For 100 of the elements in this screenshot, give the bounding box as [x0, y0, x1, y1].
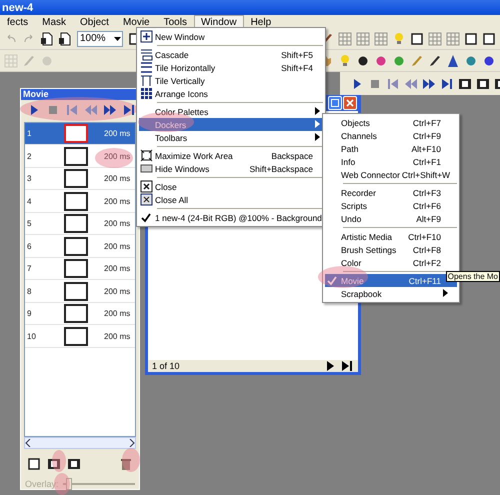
- menu-item[interactable]: Recorder Ctrl+F3: [325, 186, 457, 199]
- menu-item-label: Close: [155, 182, 178, 192]
- shortcut-label: Backspace: [271, 150, 313, 160]
- frame-row[interactable]: 2 200 ms: [25, 145, 135, 168]
- menu-bar-item[interactable]: fects: [0, 15, 36, 28]
- fast-forward-icon: [103, 102, 117, 117]
- menu-item[interactable]: Hide Windows Shift+Backspace: [139, 162, 323, 175]
- menu-bar-item[interactable]: Mask: [35, 15, 74, 28]
- grid-icon: [140, 87, 152, 100]
- menu-item[interactable]: Close All: [139, 193, 323, 206]
- highlight-mark: [318, 266, 368, 288]
- menu-bar-item[interactable]: Object: [73, 15, 116, 28]
- shortcut-label: Shift+Backspace: [249, 164, 313, 174]
- frame-row[interactable]: 8 200 ms: [25, 280, 135, 303]
- menu-bar-item[interactable]: Window: [194, 15, 244, 28]
- frame-row[interactable]: 9 200 ms: [25, 302, 135, 326]
- frame-delay: 200 ms: [103, 242, 130, 251]
- close-window-icon: [140, 180, 152, 193]
- menu-bar-item[interactable]: Tools: [156, 15, 194, 28]
- shortcut-label: Ctrl+F3: [412, 188, 441, 198]
- zoom-combo[interactable]: 100%: [77, 30, 123, 46]
- frame-row[interactable]: 7 200 ms: [25, 258, 135, 280]
- menu-item-label: Dockers: [155, 120, 188, 130]
- highlight-mark: [122, 448, 140, 472]
- menu-item[interactable]: Brush Settings Ctrl+F8: [325, 243, 457, 256]
- menu-item[interactable]: Info Ctrl+F1: [325, 155, 457, 168]
- shortcut-label: Shift+F4: [281, 62, 313, 72]
- frame-row[interactable]: 1 200 ms: [25, 122, 135, 146]
- page-icon: [58, 32, 72, 46]
- shortcut-label: Ctrl+F9: [412, 130, 441, 140]
- skip-forward-icon: [340, 359, 354, 373]
- frame-delay: 200 ms: [103, 332, 130, 341]
- film-icon: [476, 76, 490, 90]
- menu-item-label: Info: [341, 156, 356, 166]
- frame-delay: 200 ms: [103, 129, 130, 138]
- close-button[interactable]: [343, 96, 357, 110]
- menu-item-label: Recorder: [341, 188, 377, 198]
- frame-row[interactable]: 3 200 ms: [25, 168, 135, 190]
- cone-icon: [446, 54, 460, 68]
- menu-item[interactable]: Undo Alt+F9: [325, 212, 457, 225]
- menu-item[interactable]: Cascade Shift+F5: [139, 48, 323, 61]
- menu-item-label: Scripts: [341, 200, 368, 210]
- menu-item[interactable]: Toolbars: [139, 131, 323, 144]
- tile-horizontal-icon: [140, 61, 152, 74]
- frame-number: 7: [26, 264, 32, 274]
- frame-thumbnail: [64, 124, 88, 144]
- menu-item[interactable]: Channels Ctrl+F9: [325, 129, 457, 142]
- maximize-icon: [140, 149, 152, 162]
- frame-row[interactable]: 4 200 ms: [25, 190, 135, 213]
- new-window-icon: [140, 30, 152, 43]
- scroll-right-icon: [129, 439, 135, 448]
- tile-vertical-icon: [140, 74, 152, 87]
- menu-item-label: Cascade: [155, 50, 190, 60]
- menu-item-label: Tile Horizontally: [155, 62, 216, 72]
- frame-delay: 200 ms: [103, 174, 130, 184]
- menu-item-label: Toolbars: [155, 132, 188, 142]
- ball-icon: [464, 54, 478, 68]
- menu-item[interactable]: Artistic Media Ctrl+F10: [325, 230, 457, 243]
- shortcut-label: Ctrl+F6: [412, 200, 441, 210]
- menu-item[interactable]: Scripts Ctrl+F6: [325, 199, 457, 212]
- close-all-icon: [140, 193, 152, 206]
- menu-bar-item[interactable]: Movie: [116, 15, 157, 28]
- shortcut-label: Ctrl+Shift+W: [402, 170, 450, 180]
- menu-item-label: Color: [341, 258, 362, 268]
- menu-item[interactable]: Close: [139, 180, 323, 193]
- frame-thumbnail: [64, 282, 88, 301]
- menu-item[interactable]: Color Ctrl+F2: [325, 256, 457, 269]
- frame-delay: 200 ms: [103, 152, 130, 161]
- menu-item[interactable]: Scrapbook: [325, 287, 457, 300]
- fast-forward-icon: [422, 76, 436, 90]
- frame-icon: [482, 32, 496, 46]
- menu-item[interactable]: 1 new-4 (24-Bit RGB) @100% - Background: [139, 211, 323, 224]
- horizontal-scrollbar[interactable]: [24, 437, 136, 449]
- maximize-button[interactable]: [328, 96, 342, 110]
- menu-item[interactable]: Tile Vertically: [139, 74, 323, 87]
- shortcut-label: Alt+F9: [416, 214, 441, 224]
- frame-number: 8: [26, 286, 32, 296]
- menu-bar-item[interactable]: Help: [244, 15, 278, 28]
- ball-icon: [392, 54, 406, 68]
- scroll-left-icon: [25, 439, 31, 448]
- menu-item-label: Path: [341, 144, 360, 154]
- menu-item-label: Tile Vertically: [155, 76, 206, 86]
- skip-forward-icon: [122, 102, 136, 117]
- menu-item[interactable]: Arrange Icons: [139, 87, 323, 100]
- shortcut-label: Ctrl+F2: [412, 258, 441, 268]
- menu-item[interactable]: Web Connector Ctrl+Shift+W: [325, 168, 457, 181]
- menu-item[interactable]: Maximize Work Area Backspace: [139, 149, 323, 162]
- menu-item[interactable]: Path Alt+F10: [325, 142, 457, 155]
- frame-row[interactable]: 5 200 ms: [25, 212, 135, 236]
- menu-item[interactable]: Tile Horizontally Shift+F4: [139, 61, 323, 74]
- frame-row[interactable]: 10 200 ms: [25, 325, 135, 348]
- frame-row[interactable]: 6 200 ms: [25, 235, 135, 258]
- brush-icon: [22, 54, 36, 68]
- menu-item-label: Undo: [341, 214, 362, 224]
- menu-item-label: Arrange Icons: [155, 88, 209, 98]
- menu-item[interactable]: Objects Ctrl+F7: [325, 116, 457, 129]
- menu-item[interactable]: Color Palettes: [139, 105, 323, 118]
- menu-item[interactable]: New Window: [139, 30, 323, 43]
- shortcut-label: Ctrl+F8: [412, 244, 441, 254]
- skip-forward-icon: [440, 76, 454, 90]
